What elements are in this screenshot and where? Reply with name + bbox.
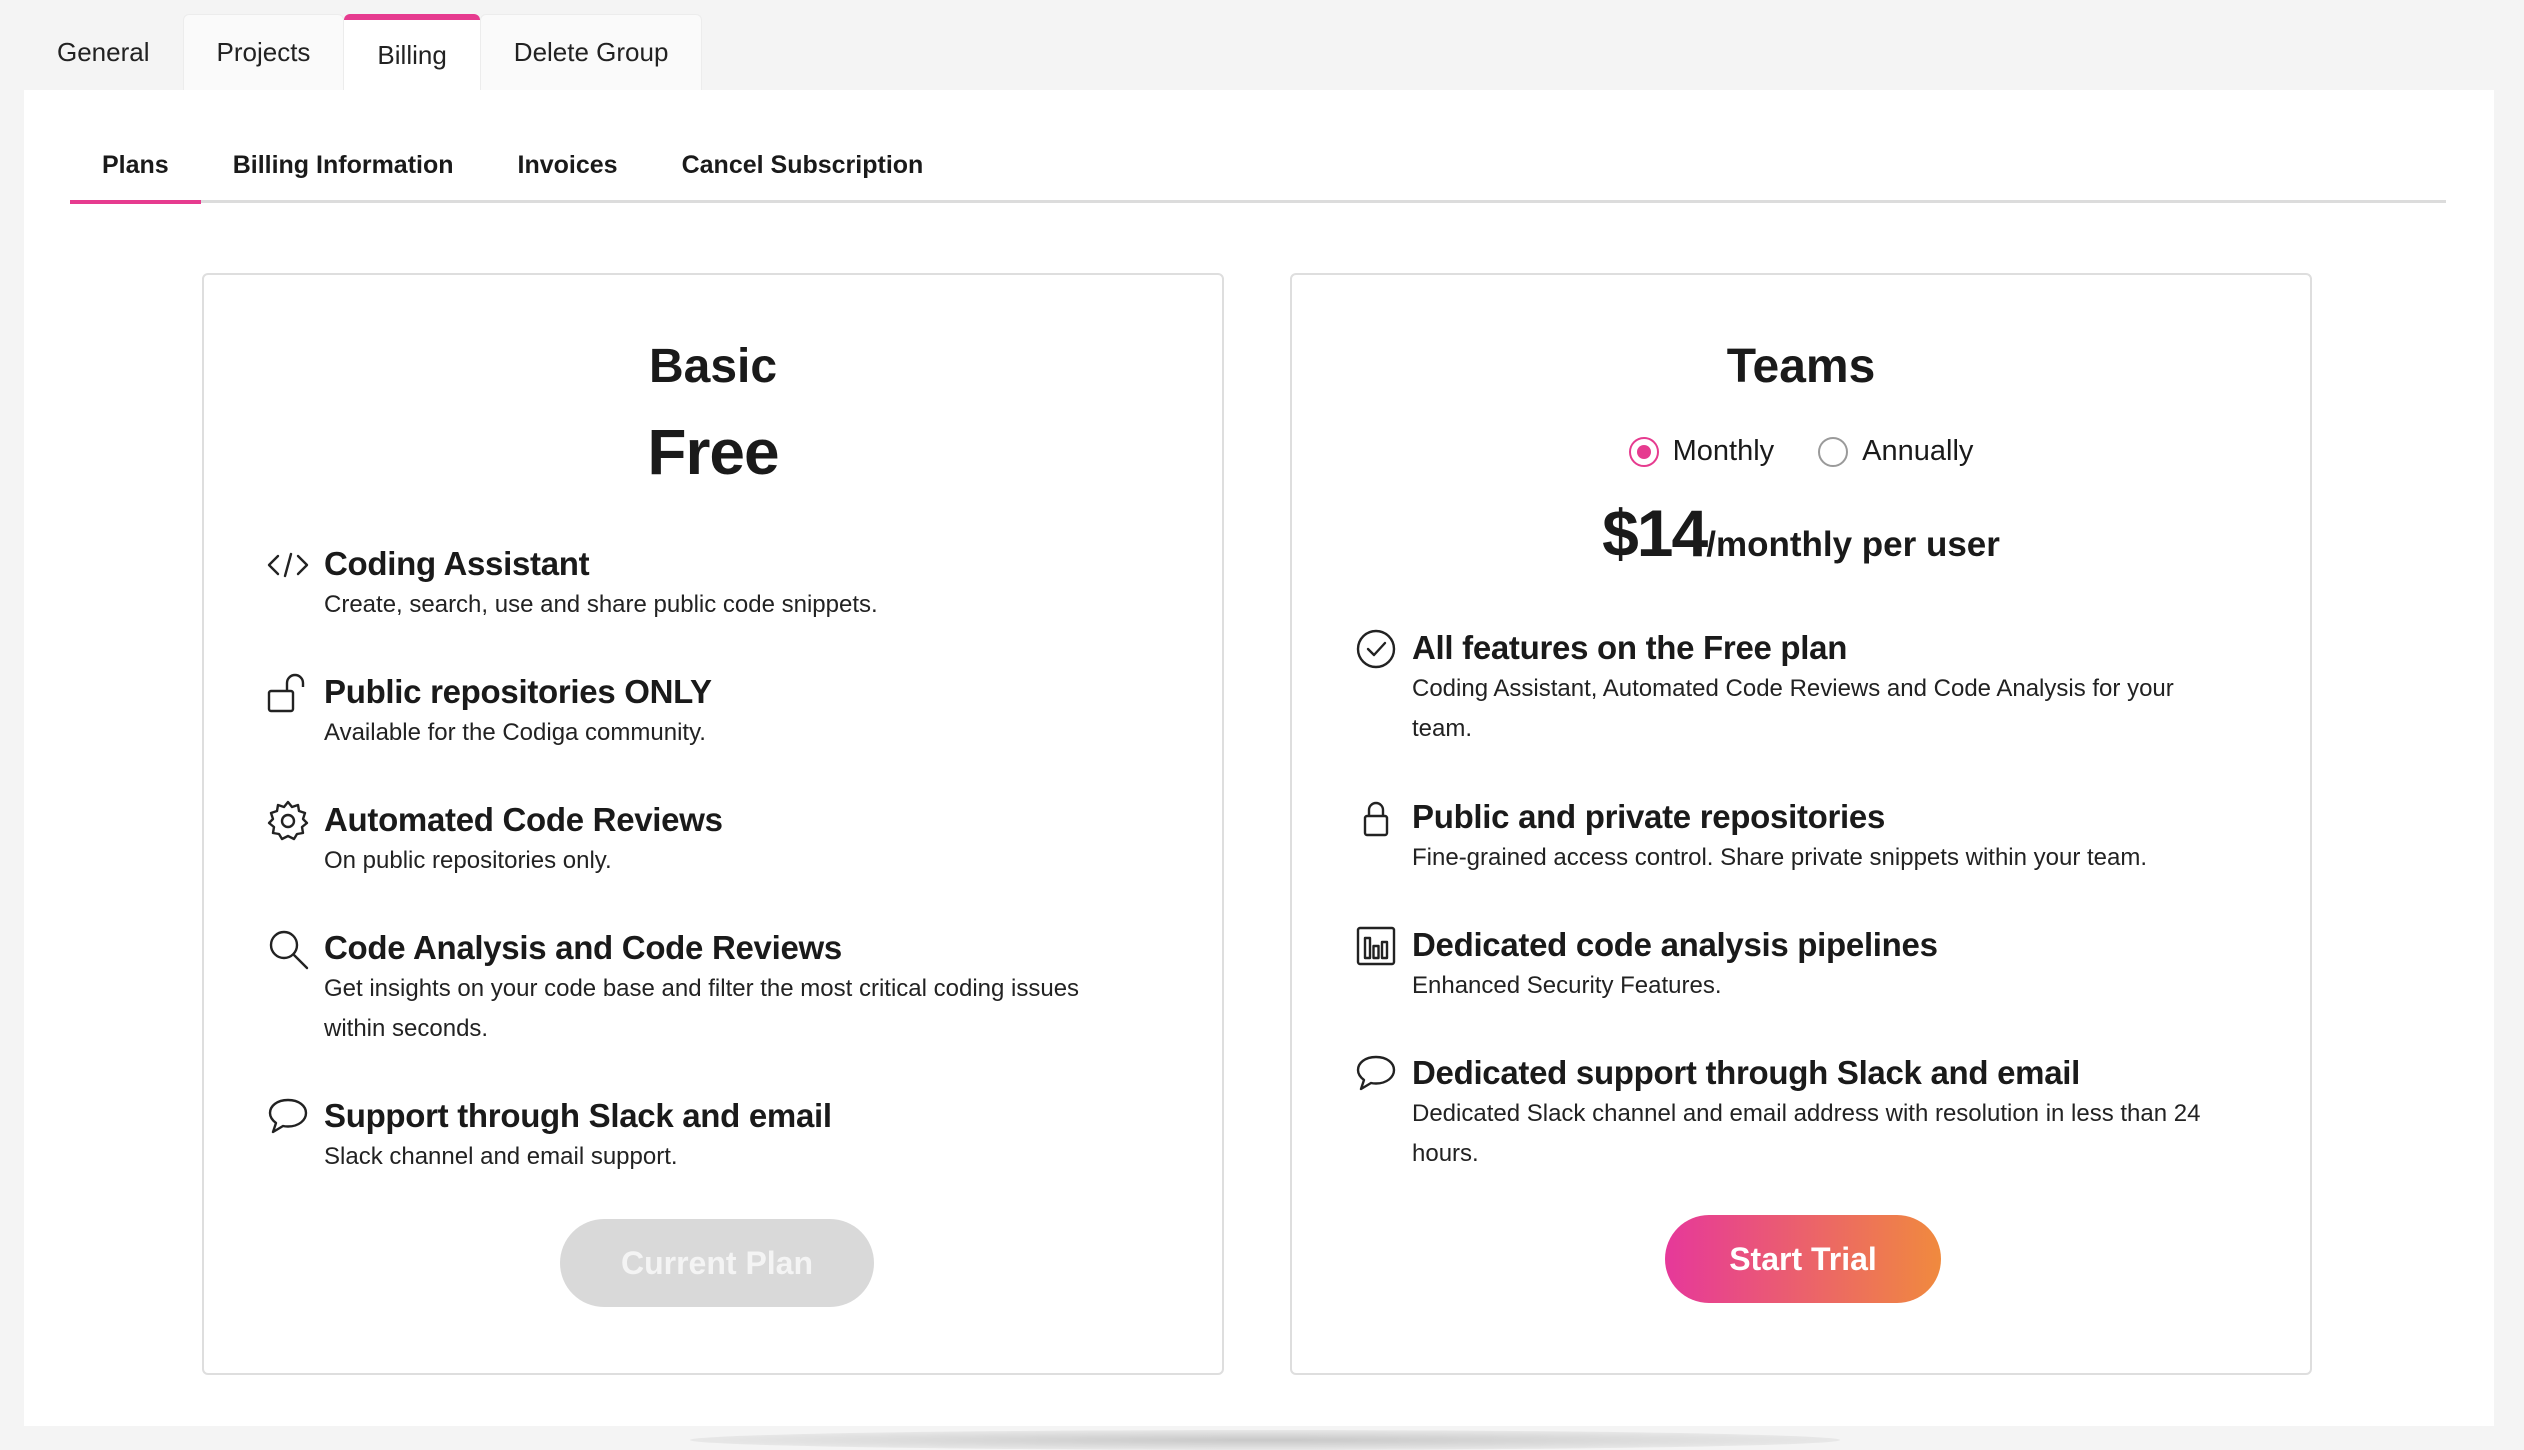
plan-title: Teams <box>1726 340 1876 393</box>
feature-description: Coding Assistant, Automated Code Reviews… <box>1412 675 2174 742</box>
unlock-icon <box>266 671 310 715</box>
feature-item: All features on the Free plan Coding Ass… <box>1354 627 2220 749</box>
feature-title: Dedicated support through Slack and emai… <box>1412 1054 2080 1091</box>
tab-projects[interactable]: Projects <box>182 14 345 90</box>
feature-title: Automated Code Reviews <box>324 801 723 838</box>
current-plan-button: Current Plan <box>560 1219 874 1307</box>
billing-panel: Plans Billing Information Invoices Cance… <box>24 90 2494 1426</box>
bar-chart-icon <box>1354 924 1398 968</box>
start-trial-button[interactable]: Start Trial <box>1665 1215 1941 1303</box>
subtab-billing-information[interactable]: Billing Information <box>201 130 486 200</box>
monthly-label: Monthly <box>1672 435 1775 467</box>
basic-plan-card: Basic Free Coding Assistant Create, sear… <box>202 273 1224 1375</box>
billing-sub-tab-bar: Plans Billing Information Invoices Cance… <box>70 130 2446 204</box>
chat-icon <box>1354 1052 1398 1096</box>
subtab-cancel-subscription[interactable]: Cancel Subscription <box>650 130 956 200</box>
price-unit: /monthly per user <box>1706 525 2000 564</box>
feature-title: Support through Slack and email <box>324 1097 832 1134</box>
code-icon <box>266 543 310 587</box>
subtab-plans[interactable]: Plans <box>70 130 201 204</box>
annually-option[interactable]: Annually <box>1818 435 1973 468</box>
feature-item: Automated Code Reviews On public reposit… <box>266 799 1132 881</box>
annually-radio[interactable] <box>1818 436 1849 467</box>
monthly-option[interactable]: Monthly <box>1628 435 1775 468</box>
feature-title: Dedicated code analysis pipelines <box>1412 926 1938 963</box>
feature-description: Slack channel and email support. <box>324 1143 678 1170</box>
annually-label: Annually <box>1862 435 1974 467</box>
tab-delete-group[interactable]: Delete Group <box>479 14 703 90</box>
feature-description: On public repositories only. <box>324 847 612 874</box>
billing-period-toggle: Monthly Annually <box>1292 435 2310 468</box>
gear-icon <box>266 799 310 843</box>
teams-plan-card: Teams Monthly Annually $14/monthly per u… <box>1290 273 2312 1375</box>
check-circle-icon <box>1354 627 1398 671</box>
monthly-radio[interactable] <box>1628 436 1659 467</box>
feature-description: Enhanced Security Features. <box>1412 972 1722 999</box>
subtab-invoices[interactable]: Invoices <box>486 130 650 200</box>
teams-price: $14/monthly per user <box>1292 495 2310 571</box>
top-tab-bar: General Projects Billing Delete Group <box>24 14 703 90</box>
feature-description: Create, search, use and share public cod… <box>324 591 878 618</box>
search-icon <box>266 927 310 971</box>
feature-item: Dedicated support through Slack and emai… <box>1354 1052 2220 1174</box>
tab-general[interactable]: General <box>24 14 183 90</box>
feature-description: Get insights on your code base and filte… <box>324 975 1080 1042</box>
chat-icon <box>266 1095 310 1139</box>
feature-item: Dedicated code analysis pipelines Enhanc… <box>1354 924 2220 1006</box>
price-amount: $14 <box>1602 496 1708 570</box>
feature-item: Public and private repositories Fine-gra… <box>1354 796 2220 878</box>
feature-item: Support through Slack and email Slack ch… <box>266 1095 1132 1177</box>
bottom-shadow <box>690 1430 1840 1450</box>
feature-title: All features on the Free plan <box>1412 629 1848 666</box>
feature-title: Public and private repositories <box>1412 798 1886 835</box>
feature-title: Coding Assistant <box>324 545 590 582</box>
feature-description: Fine-grained access control. Share priva… <box>1412 844 2148 871</box>
tab-billing[interactable]: Billing <box>344 14 480 90</box>
feature-title: Public repositories ONLY <box>324 673 712 710</box>
feature-item: Public repositories ONLY Available for t… <box>266 671 1132 753</box>
feature-item: Code Analysis and Code Reviews Get insig… <box>266 927 1132 1049</box>
plan-title: Basic <box>648 340 778 393</box>
feature-description: Dedicated Slack channel and email addres… <box>1412 1100 2201 1167</box>
feature-item: Coding Assistant Create, search, use and… <box>266 543 1132 625</box>
feature-title: Code Analysis and Code Reviews <box>324 929 842 966</box>
feature-description: Available for the Codiga community. <box>324 719 706 746</box>
plan-price: Free <box>647 416 779 488</box>
lock-icon <box>1354 796 1398 840</box>
